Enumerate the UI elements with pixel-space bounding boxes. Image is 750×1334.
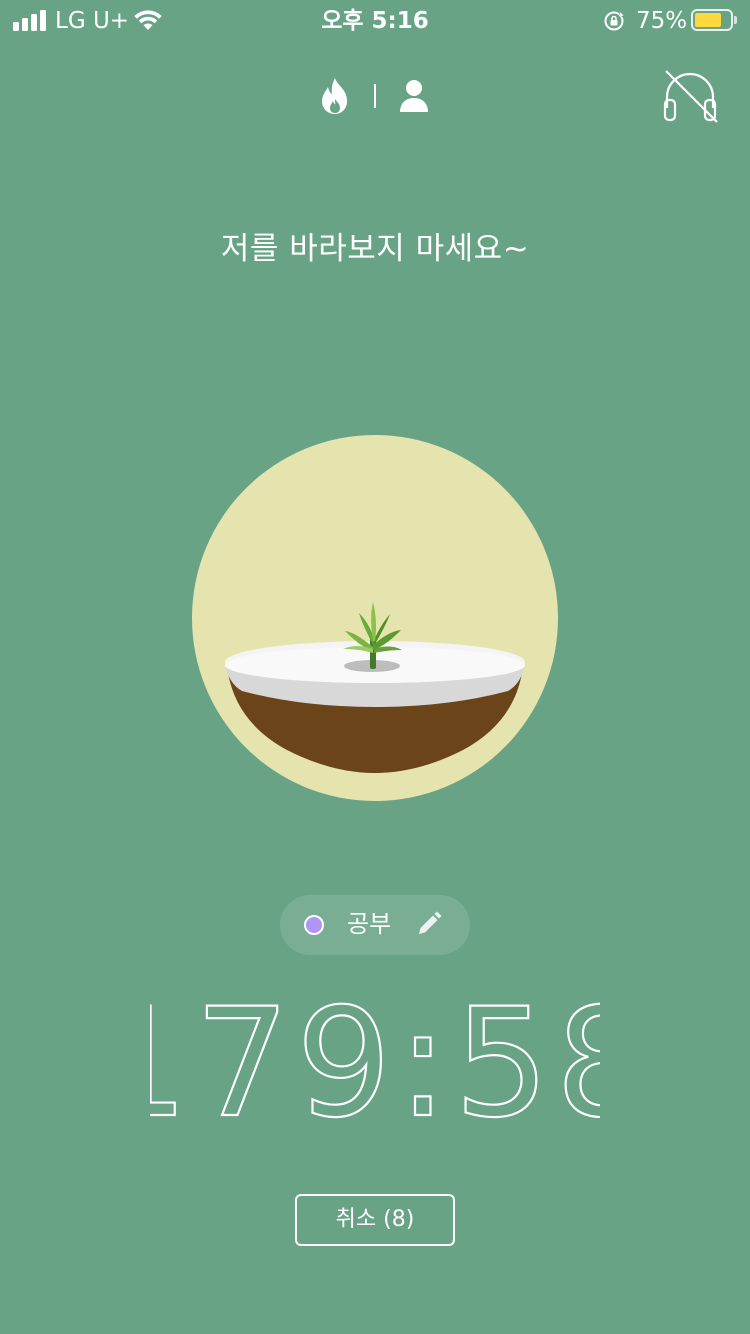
- plant-circle[interactable]: [192, 435, 558, 801]
- status-bar: LG U+ 오후 5:16 75%: [0, 0, 750, 40]
- growing-plant-illustration: [225, 602, 525, 773]
- countdown-timer-text: 179:58: [150, 1000, 600, 1130]
- encouragement-message: 저를 바라보지 마세요~: [220, 231, 530, 267]
- rotation-lock-icon: [603, 10, 625, 36]
- battery-icon: [691, 9, 733, 31]
- tag-selector[interactable]: 공부: [280, 895, 470, 955]
- fire-icon[interactable]: [320, 77, 350, 119]
- battery-percent: 75%: [636, 8, 688, 34]
- pencil-icon[interactable]: [416, 911, 442, 941]
- headphones-off-icon[interactable]: [662, 68, 718, 128]
- countdown-timer: 179:58: [92, 976, 652, 1152]
- tag-color-dot: [304, 915, 324, 935]
- tag-label: 공부: [347, 910, 392, 938]
- cancel-button[interactable]: 취소 (8): [295, 1194, 455, 1246]
- battery-level-fill: [695, 13, 721, 27]
- topbar-divider: [374, 84, 376, 108]
- battery-nub: [734, 16, 737, 24]
- user-icon[interactable]: [399, 79, 429, 117]
